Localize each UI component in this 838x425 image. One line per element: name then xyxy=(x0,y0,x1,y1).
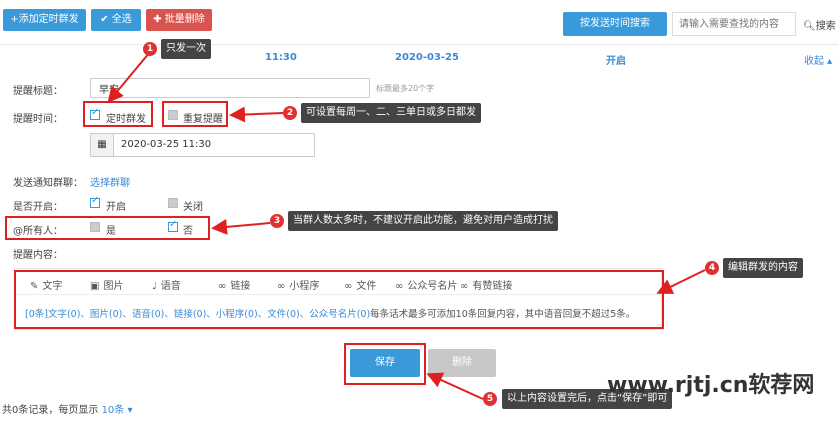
annotation-badge-4: 4 xyxy=(705,261,719,275)
annotation-arrow-2 xyxy=(229,106,284,123)
annotation-badge-5: 5 xyxy=(483,392,497,406)
annotation-badge-1: 1 xyxy=(143,42,157,56)
annotation-tip-1: 只发一次 xyxy=(161,39,211,59)
annotation-arrow-4 xyxy=(656,269,706,294)
annotation-badge-3: 3 xyxy=(270,214,284,228)
annotation-tip-2: 可设置每周一、二、三单日或多日都发 xyxy=(301,103,481,123)
annotation-tip-3: 当群人数太多时，不建议开启此功能，避免对用户造成打扰 xyxy=(288,211,558,231)
annotation-badge-2: 2 xyxy=(283,106,297,120)
annotation-arrow-5 xyxy=(426,372,484,400)
annotation-tip-4: 编辑群发的内容 xyxy=(723,258,803,278)
annotation-arrow-1 xyxy=(107,51,151,104)
annotation-arrow-3 xyxy=(211,218,271,235)
watermark: www.rjtj.cn软荐网 xyxy=(607,373,815,398)
